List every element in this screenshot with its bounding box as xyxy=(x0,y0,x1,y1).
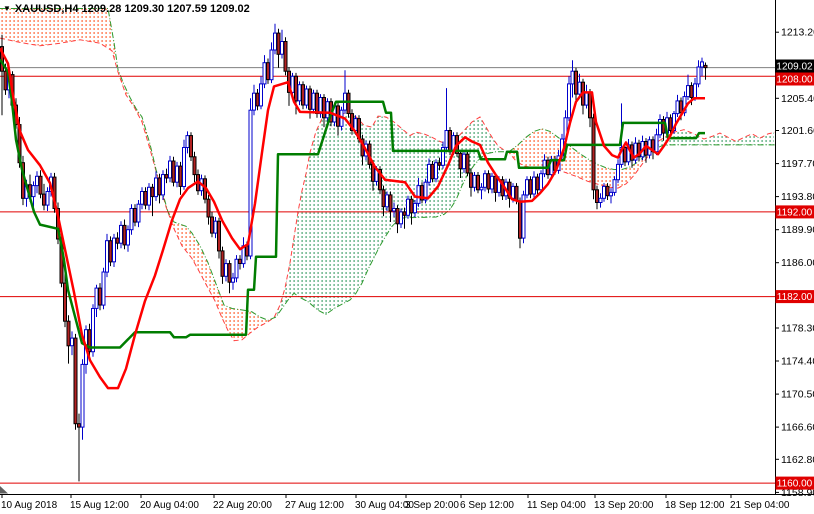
svg-text:1209.02: 1209.02 xyxy=(776,62,813,73)
price-tick-label: 1197.70 xyxy=(781,158,814,170)
chart-title: ▼ XAUUSD,H4 1209.28 1209.30 1207.59 1209… xyxy=(3,3,250,15)
price-tick-label: 1162.80 xyxy=(781,454,814,466)
axis-corner-arrow xyxy=(0,486,8,494)
time-tick-label: 15 Aug 12:00 xyxy=(70,500,129,511)
price-tick-label: 1193.80 xyxy=(781,191,814,203)
svg-text:1192.00: 1192.00 xyxy=(777,207,813,218)
time-tick-label: 18 Sep 12:00 xyxy=(665,500,725,511)
price-tick-label: 1178.30 xyxy=(781,323,814,335)
price-tick-label: 1201.60 xyxy=(781,125,814,137)
time-tick-label: 22 Aug 20:00 xyxy=(213,500,272,511)
chart-title-text: XAUUSD,H4 1209.28 1209.30 1207.59 1209.0… xyxy=(14,3,250,15)
ichimoku-cloud xyxy=(0,8,775,342)
svg-text:1160.00: 1160.00 xyxy=(777,479,813,490)
price-tick-label: 1166.60 xyxy=(781,422,814,434)
symbol-dropdown-icon[interactable]: ▼ xyxy=(3,5,11,13)
time-tick-label: 3 Sep 20:00 xyxy=(405,500,459,511)
svg-text:1208.00: 1208.00 xyxy=(776,75,813,86)
time-tick-label: 11 Sep 04:00 xyxy=(527,500,586,511)
price-tick-label: 1174.40 xyxy=(781,356,814,368)
price-tick-label: 1213.20 xyxy=(781,27,814,39)
time-tick-label: 10 Aug 2018 xyxy=(1,500,58,511)
time-tick-label: 6 Sep 12:00 xyxy=(460,500,514,511)
price-tick-label: 1189.90 xyxy=(781,224,814,236)
time-tick-label: 21 Sep 04:00 xyxy=(730,500,790,511)
price-axis[interactable]: 1213.20 1205.40 1201.60 1197.70 1193.80 1189.… xyxy=(775,0,814,499)
time-tick-label: 20 Aug 04:00 xyxy=(140,500,199,511)
mt4-chart-window: 1213.20 1205.40 1201.60 1197.70 1193.80 1189.… xyxy=(0,0,814,514)
price-tick-label: 1205.40 xyxy=(781,93,814,105)
price-tick-label: 1186.00 xyxy=(781,257,814,269)
price-chart[interactable]: 1213.20 1205.40 1201.60 1197.70 1193.80 1189.… xyxy=(0,0,814,514)
svg-text:1182.00: 1182.00 xyxy=(777,292,813,303)
time-tick-label: 13 Sep 20:00 xyxy=(594,500,654,511)
time-axis[interactable]: 10 Aug 2018 15 Aug 12:00 20 Aug 04:00 22 Au… xyxy=(0,486,814,511)
time-tick-label: 27 Aug 12:00 xyxy=(285,500,344,511)
price-tick-label: 1170.50 xyxy=(781,389,814,401)
